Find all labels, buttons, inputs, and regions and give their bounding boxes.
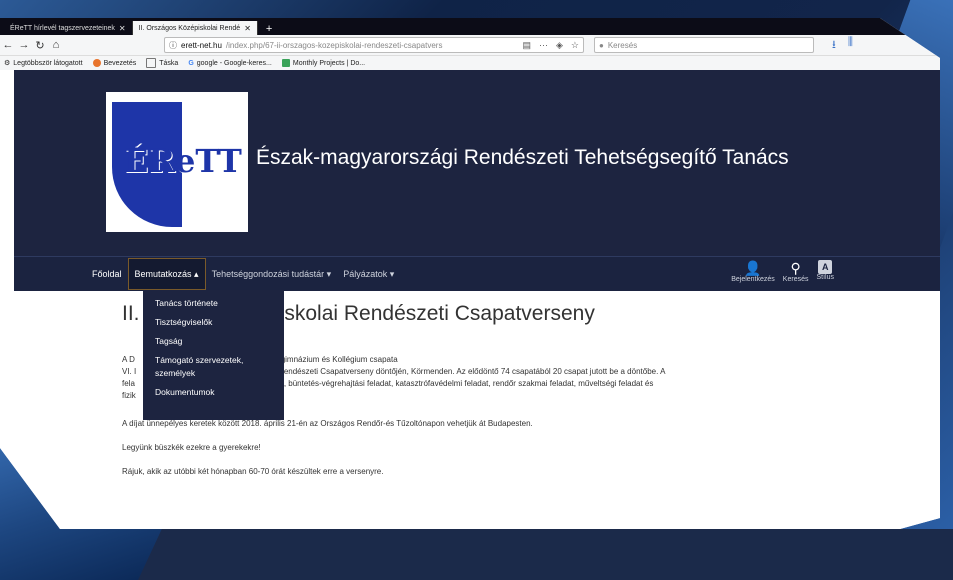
library-icon[interactable]: ⫼ bbox=[848, 36, 853, 55]
browser-window: ÉReTT hírlevél tagszervezeteinek ✕ II. O… bbox=[0, 18, 940, 529]
style-button[interactable]: A Stílus bbox=[816, 260, 834, 283]
web-page: ÉReTT Észak-magyarországi Rendészeti Teh… bbox=[0, 70, 940, 529]
download-icon[interactable]: ⭳ bbox=[832, 36, 836, 55]
utility-links: 👤 Bejelentkezés ⚲ Keresés A Stílus bbox=[731, 259, 834, 284]
bookmark-star-icon[interactable]: ☆ bbox=[571, 40, 579, 51]
menu-item-tamogato-szemelyek[interactable]: személyek bbox=[143, 366, 284, 383]
tab-label: ÉReTT hírlevél tagszervezeteinek bbox=[10, 24, 115, 32]
menu-item-tisztsegviselok[interactable]: Tisztségviselők bbox=[143, 313, 284, 332]
site-title: Észak-magyarországi Rendészeti Tehetségs… bbox=[256, 146, 789, 169]
reader-view-icon[interactable]: ▤ bbox=[522, 40, 531, 51]
nav-item-palyazatok[interactable]: Pályázatok ▾ bbox=[337, 257, 400, 291]
back-icon[interactable]: ← bbox=[0, 39, 16, 51]
menu-item-tagsag[interactable]: Tagság bbox=[143, 332, 284, 351]
menu-item-tamogato-szervezetek[interactable]: Támogató szervezetek, bbox=[143, 351, 284, 366]
url-host: erett-net.hu bbox=[181, 40, 222, 50]
user-icon: 👤 bbox=[744, 259, 762, 276]
bookmark-label: Legtöbbször látogatott bbox=[13, 59, 83, 67]
pocket-icon[interactable]: ◈ bbox=[556, 40, 563, 51]
search-engine-icon: ● bbox=[599, 40, 604, 50]
bookmark-taska[interactable]: Táska bbox=[146, 58, 178, 68]
google-icon: G bbox=[188, 59, 194, 67]
nav-item-fooldal[interactable]: Főoldal bbox=[86, 257, 128, 291]
bookmark-label: Bevezetés bbox=[103, 59, 137, 67]
bookmark-label: Monthly Projects | Do... bbox=[292, 59, 366, 67]
tab-hirlevel[interactable]: ÉReTT hírlevél tagszervezeteinek ✕ bbox=[4, 21, 133, 35]
bookmark-monthly-projects[interactable]: Monthly Projects | Do... bbox=[281, 59, 366, 67]
bookmarks-bar: ⚙ Legtöbbször látogatott Bevezetés Táska… bbox=[0, 56, 940, 71]
new-tab-icon[interactable]: + bbox=[258, 23, 280, 35]
tab-label: II. Országos Középiskolai Rendé bbox=[138, 24, 241, 32]
tab-active-page[interactable]: II. Országos Középiskolai Rendé ✕ bbox=[132, 21, 258, 35]
address-bar[interactable]: ⓘ erett-net.hu/index.php/67-ii-orszagos-… bbox=[164, 37, 584, 53]
main-nav: Főoldal Bemutatkozás ▴ Tehetséggondozási… bbox=[14, 256, 940, 291]
menu-item-dokumentumok[interactable]: Dokumentumok bbox=[143, 383, 284, 402]
bookmark-most-visited[interactable]: ⚙ Legtöbbször látogatott bbox=[4, 59, 83, 68]
title-start: II. bbox=[122, 302, 140, 325]
firefox-icon bbox=[92, 59, 101, 67]
bookmark-label: Táska bbox=[159, 59, 179, 67]
nav-item-tudastar[interactable]: Tehetséggondozási tudástár ▾ bbox=[206, 257, 338, 291]
title-rest: piskolai Rendészeti Csapatverseny bbox=[268, 302, 595, 325]
url-path: /index.php/67-ii-orszagos-kozepiskolai-r… bbox=[225, 40, 443, 50]
browser-toolbar: ← → ↻ ⌂ ⓘ erett-net.hu/index.php/67-ii-o… bbox=[0, 35, 940, 56]
search-input[interactable]: ● Keresés bbox=[594, 37, 814, 53]
close-icon[interactable]: ✕ bbox=[119, 24, 126, 33]
bookmark-label: google - Google-keres... bbox=[196, 59, 272, 67]
gear-icon: ⚙ bbox=[4, 60, 11, 67]
login-label: Bejelentkezés bbox=[731, 276, 775, 283]
nav-item-bemutatkozas[interactable]: Bemutatkozás ▴ bbox=[127, 258, 206, 290]
search-placeholder: Keresés bbox=[607, 40, 638, 50]
paragraph-4: Rájuk, akik az utóbbi két hónapban 60-70… bbox=[122, 467, 384, 476]
info-icon[interactable]: ⓘ bbox=[169, 40, 177, 51]
style-label: Stílus bbox=[816, 274, 834, 281]
login-button[interactable]: 👤 Bejelentkezés bbox=[731, 259, 775, 284]
bemutatkozas-dropdown: Tanács története Tisztségviselők Tagság … bbox=[143, 290, 284, 420]
paragraph-3: Legyünk büszkék ezekre a gyerekekre! bbox=[122, 443, 261, 452]
more-icon[interactable]: ··· bbox=[539, 40, 548, 51]
search-label: Keresés bbox=[782, 276, 809, 283]
bookmark-bevezetes[interactable]: Bevezetés bbox=[92, 59, 137, 67]
paragraph-1d: fizik bbox=[122, 391, 136, 400]
folder-icon bbox=[146, 58, 157, 68]
site-header: ÉReTT Észak-magyarországi Rendészeti Teh… bbox=[14, 70, 940, 256]
reload-icon[interactable]: ↻ bbox=[32, 39, 48, 52]
logo-text: ÉReTT bbox=[124, 142, 242, 180]
tab-bar: ÉReTT hírlevél tagszervezeteinek ✕ II. O… bbox=[0, 18, 940, 35]
bookmark-google[interactable]: G google - Google-keres... bbox=[188, 60, 272, 67]
site-logo[interactable]: ÉReTT bbox=[106, 92, 248, 232]
sheet-icon bbox=[281, 59, 290, 67]
search-icon: ⚲ bbox=[790, 259, 801, 276]
search-button[interactable]: ⚲ Keresés bbox=[782, 259, 809, 284]
text-style-icon: A bbox=[818, 260, 833, 274]
forward-icon[interactable]: → bbox=[16, 39, 32, 51]
home-icon[interactable]: ⌂ bbox=[48, 39, 64, 51]
menu-item-tanacs-tortenete[interactable]: Tanács története bbox=[143, 294, 284, 313]
close-icon[interactable]: ✕ bbox=[244, 24, 251, 33]
